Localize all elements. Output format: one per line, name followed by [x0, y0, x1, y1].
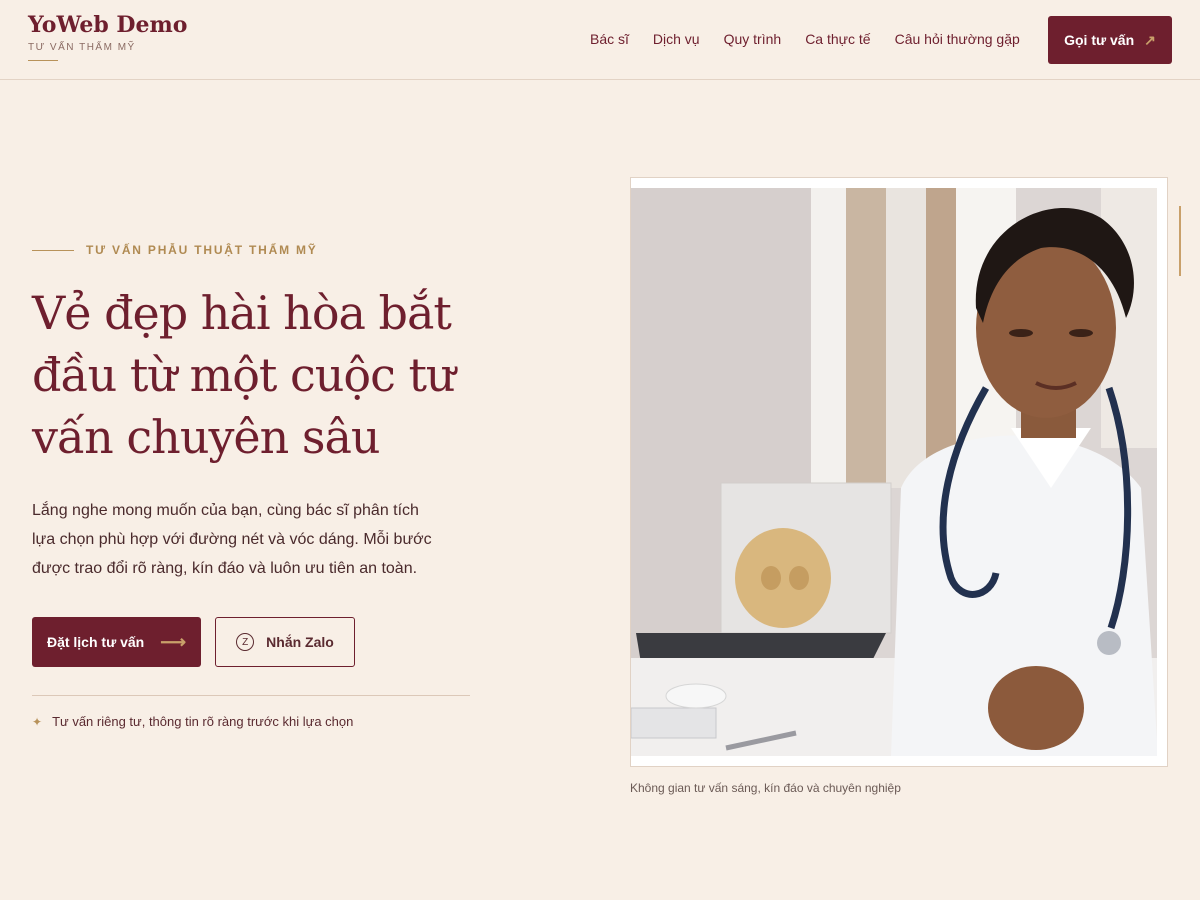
- call-consult-button[interactable]: Gọi tư vấn ↗: [1048, 16, 1172, 64]
- site-header: YoWeb Demo TƯ VẤN THẨM MỸ Bác sĩ Dịch vụ…: [0, 0, 1200, 80]
- nav-link-doctors[interactable]: Bác sĩ: [590, 31, 629, 47]
- brand-name: YoWeb Demo: [28, 12, 188, 38]
- arrow-right-icon: ⟶: [160, 631, 187, 652]
- doctor-photo-illustration: [631, 188, 1157, 756]
- call-consult-label: Gọi tư vấn: [1064, 32, 1135, 48]
- nav-link-faq[interactable]: Câu hỏi thường gặp: [895, 31, 1020, 47]
- lead-line-3: được trao đổi rõ ràng, kín đáo và luôn ư…: [32, 560, 418, 577]
- hero-headline: Vẻ đẹp hài hòa bắt đầu từ một cuộc tư vấ…: [32, 282, 492, 468]
- brand-underline: [28, 60, 58, 61]
- hero-eyebrow: TƯ VẤN PHẪU THUẬT THẨM MỸ: [32, 243, 318, 257]
- headline-line-3: vấn chuyên sâu: [32, 410, 381, 464]
- image-caption: Không gian tư vấn sáng, kín đáo và chuyê…: [630, 781, 901, 795]
- hero-description: Lắng nghe mong muốn của bạn, cùng bác sĩ…: [32, 496, 472, 583]
- brand-tagline: TƯ VẤN THẨM MỸ: [28, 42, 136, 53]
- hero-divider: [32, 695, 470, 696]
- hero-image-frame: [630, 177, 1168, 767]
- lead-line-2: lựa chọn phù hợp với đường nét và vóc dá…: [32, 531, 432, 548]
- zalo-message-button[interactable]: Z Nhắn Zalo: [215, 617, 355, 667]
- eyebrow-line: [32, 249, 74, 251]
- book-consultation-button[interactable]: Đặt lịch tư vấn ⟶: [32, 617, 201, 667]
- brand-logo[interactable]: YoWeb Demo TƯ VẤN THẨM MỸ: [28, 12, 187, 61]
- nav-link-process[interactable]: Quy trình: [724, 31, 782, 47]
- book-consultation-label: Đặt lịch tư vấn: [46, 634, 145, 650]
- headline-line-1: Vẻ đẹp hài hòa bắt: [32, 286, 452, 340]
- arrow-up-right-icon: ↗: [1144, 31, 1156, 48]
- nav-link-services[interactable]: Dịch vụ: [653, 31, 700, 47]
- privacy-note-text: Tư vấn riêng tư, thông tin rõ ràng trước…: [52, 714, 354, 729]
- zalo-icon: Z: [236, 633, 255, 651]
- privacy-note: ✦ Tư vấn riêng tư, thông tin rõ ràng trư…: [32, 714, 353, 729]
- nav-link-cases[interactable]: Ca thực tế: [805, 31, 870, 47]
- main-nav: Bác sĩ Dịch vụ Quy trình Ca thực tế Câu …: [590, 31, 1044, 47]
- zalo-message-label: Nhắn Zalo: [266, 634, 334, 650]
- doctor-consultation-photo: [631, 188, 1157, 756]
- headline-line-2: đầu từ một cuộc tư: [32, 348, 456, 402]
- eyebrow-text: TƯ VẤN PHẪU THUẬT THẨM MỸ: [86, 243, 318, 257]
- side-accent-line: [1179, 206, 1181, 276]
- sparkle-icon: ✦: [32, 714, 43, 729]
- lead-line-1: Lắng nghe mong muốn của bạn, cùng bác sĩ…: [32, 502, 419, 519]
